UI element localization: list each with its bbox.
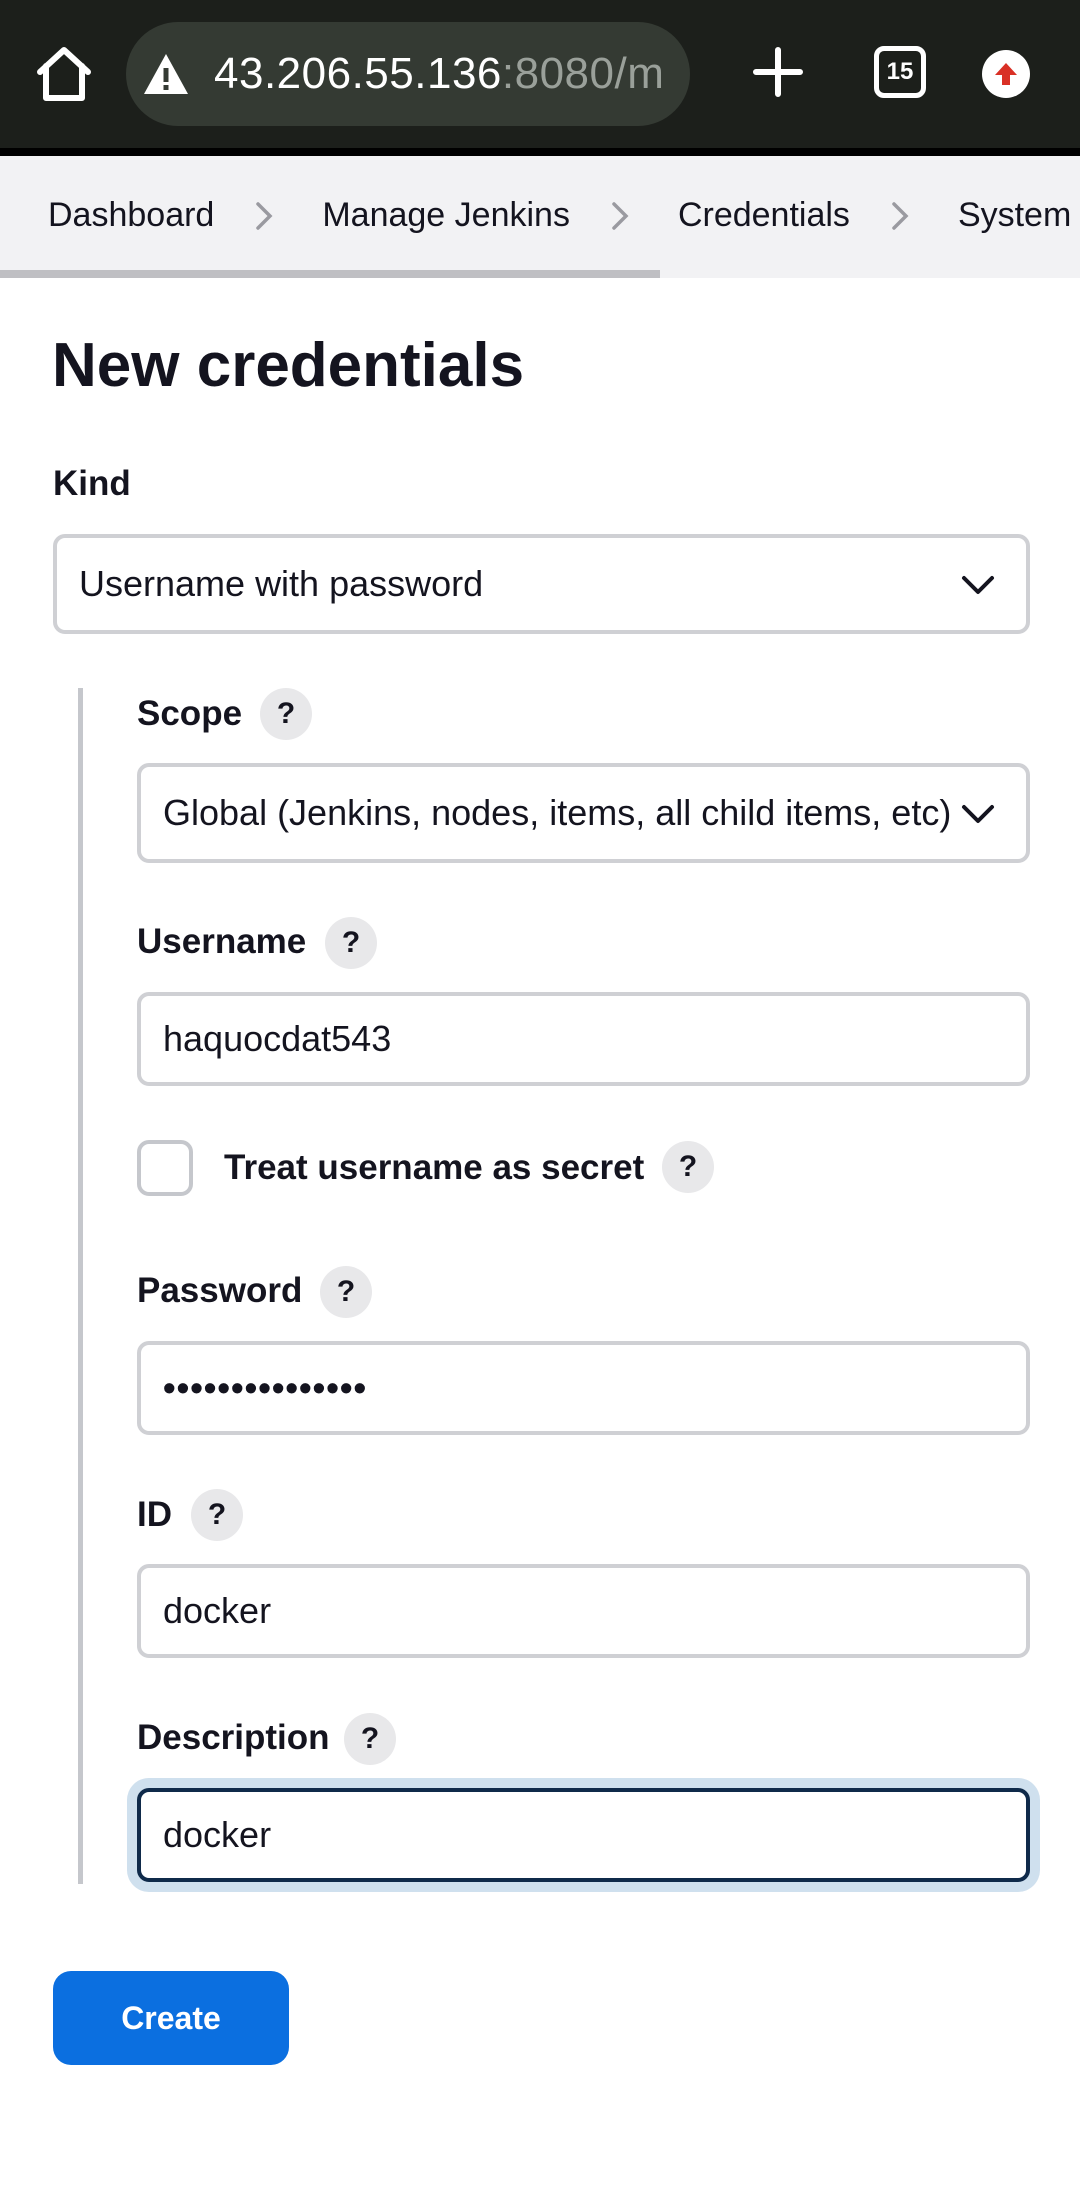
treat-username-secret-label[interactable]: Treat username as secret	[224, 1148, 644, 1188]
description-input[interactable]	[163, 1814, 1026, 1856]
chevron-down-icon	[962, 805, 994, 823]
id-label: ID	[137, 1495, 172, 1534]
treat-secret-help-button[interactable]: ?	[662, 1141, 714, 1193]
scope-help-button[interactable]: ?	[260, 688, 312, 740]
create-button[interactable]: Create	[53, 1971, 289, 2065]
id-field[interactable]	[137, 1564, 1030, 1658]
chevron-down-icon	[962, 576, 994, 594]
kind-select[interactable]: Username with password	[53, 534, 1030, 634]
url-host: 43.206.55.136	[214, 49, 502, 98]
password-field[interactable]: •••••••••••••••	[137, 1341, 1030, 1435]
home-icon[interactable]	[28, 38, 100, 110]
breadcrumb-dashboard[interactable]: Dashboard	[48, 196, 214, 235]
kind-label: Kind	[53, 464, 131, 503]
kind-selected-value: Username with password	[79, 563, 484, 604]
update-available-button[interactable]	[982, 50, 1030, 98]
treat-username-secret-checkbox[interactable]	[137, 1140, 193, 1196]
description-label: Description	[137, 1718, 330, 1757]
url-text: 43.206.55.136:8080/m	[214, 49, 664, 99]
breadcrumb: Dashboard Manage Jenkins Credentials Sys…	[0, 156, 1080, 278]
chevron-right-icon	[892, 201, 909, 230]
not-secure-warning-icon[interactable]	[140, 48, 192, 100]
new-tab-icon[interactable]	[746, 40, 810, 104]
tab-switcher-button[interactable]: 15	[874, 46, 926, 98]
id-help-button[interactable]: ?	[191, 1489, 243, 1541]
tab-count: 15	[886, 58, 914, 85]
page-title: New credentials	[52, 331, 525, 400]
breadcrumb-scrollbar[interactable]	[0, 270, 660, 278]
description-field[interactable]	[137, 1788, 1030, 1882]
id-input[interactable]	[163, 1590, 1026, 1632]
chevron-right-icon	[612, 201, 629, 230]
arrow-up-icon	[995, 63, 1017, 85]
nested-section-indicator	[78, 688, 83, 1884]
description-help-button[interactable]: ?	[344, 1713, 396, 1765]
address-bar[interactable]: 43.206.55.136:8080/m	[126, 22, 690, 126]
username-label: Username	[137, 922, 307, 961]
breadcrumb-credentials[interactable]: Credentials	[678, 196, 850, 235]
breadcrumb-manage-jenkins[interactable]: Manage Jenkins	[322, 196, 570, 235]
toolbar-divider	[0, 148, 1080, 156]
scope-select[interactable]: Global (Jenkins, nodes, items, all child…	[137, 763, 1030, 863]
breadcrumb-system[interactable]: System	[958, 196, 1071, 235]
password-masked-value: •••••••••••••••	[163, 1367, 368, 1408]
chevron-right-icon	[256, 201, 273, 230]
username-input[interactable]	[163, 1018, 1026, 1060]
password-label: Password	[137, 1271, 303, 1310]
password-help-button[interactable]: ?	[320, 1266, 372, 1318]
username-field[interactable]	[137, 992, 1030, 1086]
username-help-button[interactable]: ?	[325, 917, 377, 969]
url-path: :8080/m	[501, 49, 665, 98]
browser-toolbar: 43.206.55.136:8080/m 15	[0, 0, 1080, 148]
scope-label: Scope	[137, 694, 243, 733]
scope-selected-value: Global (Jenkins, nodes, items, all child…	[163, 792, 952, 833]
